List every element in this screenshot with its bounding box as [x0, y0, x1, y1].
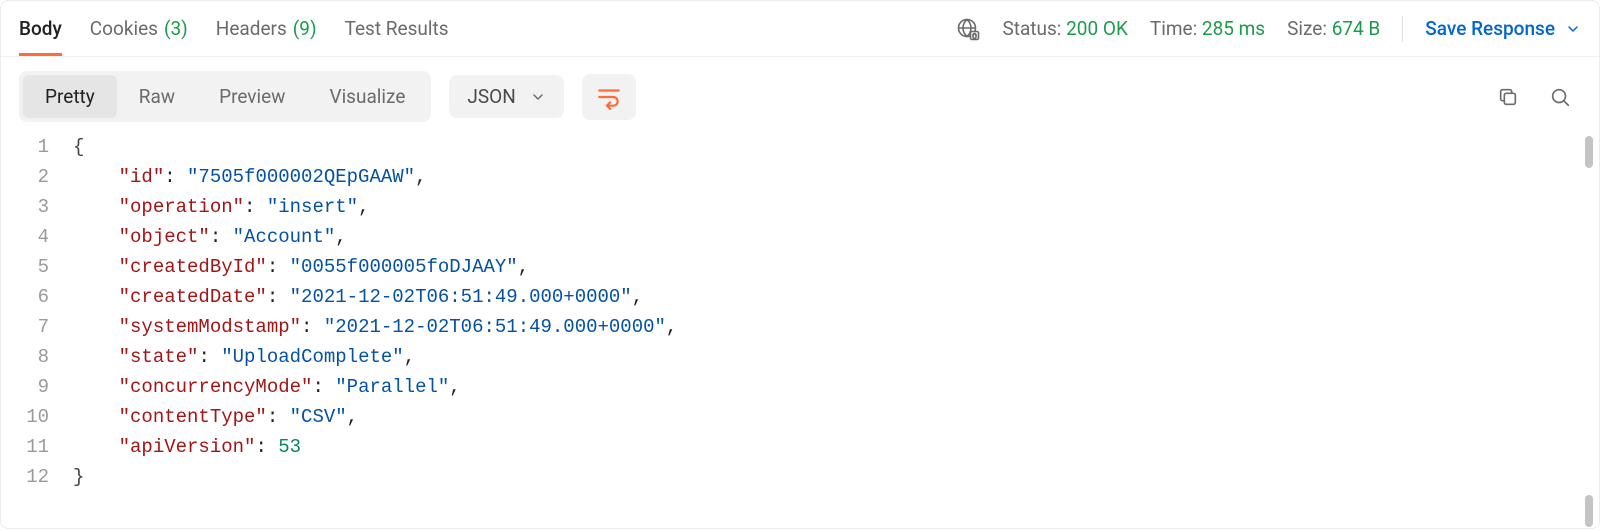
view-visualize-button[interactable]: Visualize: [307, 75, 427, 118]
body-toolbar: Pretty Raw Preview Visualize JSON: [1, 57, 1599, 132]
status-value: 200 OK: [1066, 17, 1128, 40]
response-body-viewer[interactable]: 123456789101112 { "id": "7505f000002QEpG…: [1, 132, 1599, 531]
size-block: Size: 674 B: [1287, 17, 1380, 40]
tab-cookies-count: (3): [164, 17, 188, 40]
wrap-icon: [596, 84, 622, 110]
tab-body-label: Body: [19, 17, 62, 40]
tab-tests-label: Test Results: [345, 17, 449, 40]
search-icon: [1549, 86, 1571, 108]
time-block: Time: 285 ms: [1150, 17, 1265, 40]
view-raw-button[interactable]: Raw: [117, 75, 197, 118]
copy-icon: [1497, 86, 1519, 108]
size-value: 674 B: [1332, 17, 1381, 40]
tab-body[interactable]: Body: [19, 1, 62, 56]
search-button[interactable]: [1549, 86, 1571, 108]
format-select[interactable]: JSON: [449, 75, 563, 118]
status-block: Status: 200 OK: [1002, 17, 1127, 40]
tab-headers-label: Headers: [216, 17, 287, 40]
view-pretty-button[interactable]: Pretty: [23, 75, 117, 118]
divider: [1402, 16, 1403, 42]
response-tabs: Body Cookies (3) Headers (9) Test Result…: [19, 1, 449, 56]
view-preview-button[interactable]: Preview: [197, 75, 307, 118]
chevron-down-icon: [1565, 21, 1581, 37]
tab-headers[interactable]: Headers (9): [216, 1, 317, 56]
format-select-label: JSON: [467, 85, 515, 108]
size-label: Size:: [1287, 17, 1327, 40]
code-area: 123456789101112 { "id": "7505f000002QEpG…: [1, 132, 1599, 492]
response-meta: Status: 200 OK Time: 285 ms Size: 674 B …: [956, 16, 1581, 42]
toolbar-right: [1497, 86, 1581, 108]
response-tabs-row: Body Cookies (3) Headers (9) Test Result…: [1, 1, 1599, 57]
scrollbar-thumb[interactable]: [1585, 136, 1593, 168]
chevron-down-icon: [530, 89, 546, 105]
wrap-lines-button[interactable]: [582, 74, 636, 120]
scrollbar-thumb[interactable]: [1585, 495, 1593, 527]
network-icon[interactable]: [956, 17, 980, 41]
tab-cookies[interactable]: Cookies (3): [90, 1, 188, 56]
view-mode-group: Pretty Raw Preview Visualize: [19, 71, 431, 122]
time-label: Time:: [1150, 17, 1197, 40]
save-response-label: Save Response: [1425, 17, 1555, 40]
line-gutter: 123456789101112: [19, 132, 73, 492]
copy-button[interactable]: [1497, 86, 1519, 108]
tab-test-results[interactable]: Test Results: [345, 1, 449, 56]
tab-cookies-label: Cookies: [90, 17, 158, 40]
save-response-button[interactable]: Save Response: [1425, 17, 1581, 40]
code-lines: { "id": "7505f000002QEpGAAW", "operation…: [73, 132, 677, 492]
tab-headers-count: (9): [293, 17, 317, 40]
time-value: 285 ms: [1202, 17, 1265, 40]
status-label: Status:: [1002, 17, 1061, 40]
